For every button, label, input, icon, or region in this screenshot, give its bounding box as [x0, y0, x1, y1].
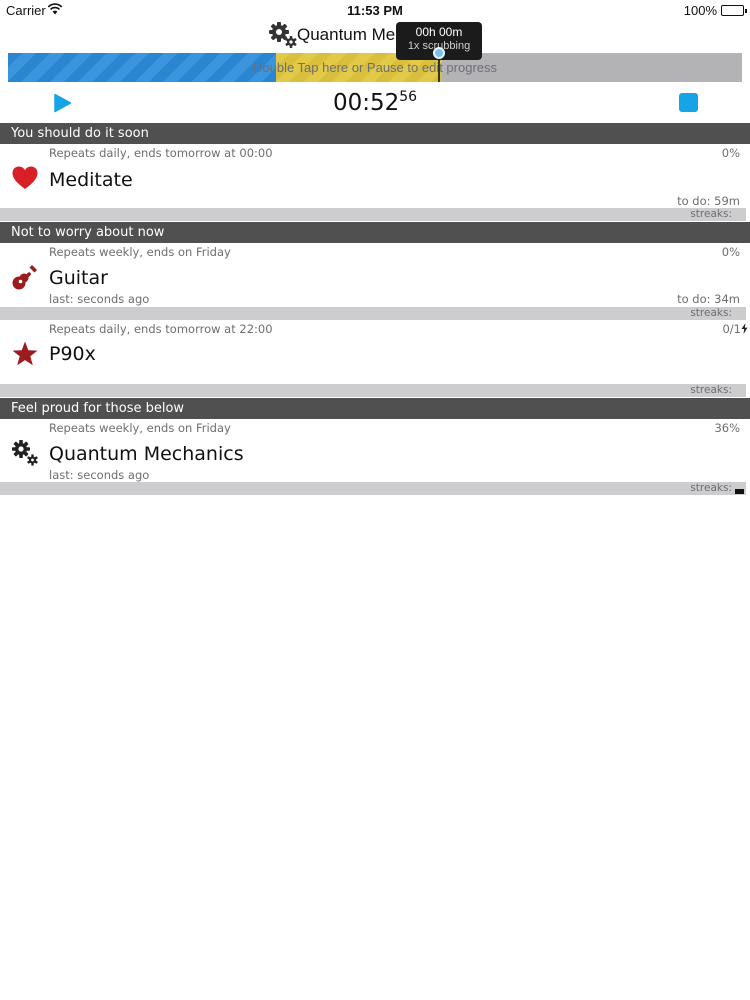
- section-header-soon: You should do it soon: [0, 123, 750, 144]
- scrub-tooltip-time: 00h 00m: [415, 25, 463, 39]
- heart-icon: [12, 166, 38, 189]
- task-percent: 0%: [721, 146, 740, 160]
- task-repeats: Repeats daily, ends tomorrow at 00:00: [49, 146, 273, 160]
- timer-display: 00:5256: [0, 89, 750, 116]
- section-header-later: Not to worry about now: [0, 222, 750, 243]
- header: Quantum Mechanics: [0, 20, 750, 52]
- timer-main: 00:52: [332, 90, 400, 116]
- task-p90x[interactable]: Repeats daily, ends tomorrow at 22:00 0/…: [0, 321, 750, 397]
- gear-icon: [269, 22, 297, 48]
- streak-label: streaks:: [690, 208, 732, 220]
- task-meditate[interactable]: Repeats daily, ends tomorrow at 00:00 0%…: [0, 145, 750, 221]
- lightning-icon: [741, 323, 748, 334]
- task-name: Meditate: [49, 169, 133, 191]
- task-percent: 36%: [714, 421, 740, 435]
- task-last: last: seconds ago: [49, 292, 150, 306]
- task-todo: to do: 59m: [677, 194, 740, 208]
- task-quantum-mechanics[interactable]: Repeats weekly, ends on Friday 36% Quant…: [0, 420, 750, 497]
- section-header-proud: Feel proud for those below: [0, 398, 750, 419]
- streak-label: streaks:: [690, 384, 732, 396]
- progress-hint: Double Tap here or Pause to edit progres…: [252, 60, 498, 75]
- task-name: Quantum Mechanics: [49, 443, 244, 465]
- streak-mark: [735, 489, 744, 494]
- task-percent: 0%: [721, 245, 740, 259]
- task-repeats: Repeats weekly, ends on Friday: [49, 421, 231, 435]
- task-name: Guitar: [49, 267, 108, 289]
- streak-bar: streaks:: [0, 208, 746, 221]
- task-last: last: seconds ago: [49, 468, 150, 482]
- battery-icon: [721, 5, 747, 16]
- task-todo: to do: 34m: [677, 292, 740, 306]
- scrub-handle[interactable]: [433, 47, 445, 59]
- streak-label: streaks:: [690, 482, 732, 494]
- task-guitar[interactable]: Repeats weekly, ends on Friday 0% Guitar…: [0, 244, 750, 320]
- task-name: P90x: [49, 343, 96, 365]
- task-repeats: Repeats daily, ends tomorrow at 22:00: [49, 322, 273, 336]
- streak-bar: streaks:: [0, 384, 746, 397]
- task-percent-wrap: 0/1: [722, 322, 748, 336]
- star-icon: [12, 341, 38, 366]
- streak-bar: streaks:: [0, 307, 746, 320]
- streak-label: streaks:: [690, 307, 732, 319]
- status-time: 11:53 PM: [347, 3, 403, 18]
- timer-seconds: 56: [399, 89, 418, 105]
- gears-icon: [12, 440, 38, 466]
- task-repeats: Repeats weekly, ends on Friday: [49, 245, 231, 259]
- guitar-icon: [12, 265, 37, 290]
- status-bar: Carrier 11:53 PM 100%: [0, 0, 750, 20]
- task-percent: 0/1: [722, 322, 741, 336]
- progress-bar[interactable]: Double Tap here or Pause to edit progres…: [8, 53, 742, 82]
- streak-bar: streaks:: [0, 482, 746, 495]
- stop-button[interactable]: [679, 93, 698, 112]
- battery-percent: 100%: [683, 3, 717, 18]
